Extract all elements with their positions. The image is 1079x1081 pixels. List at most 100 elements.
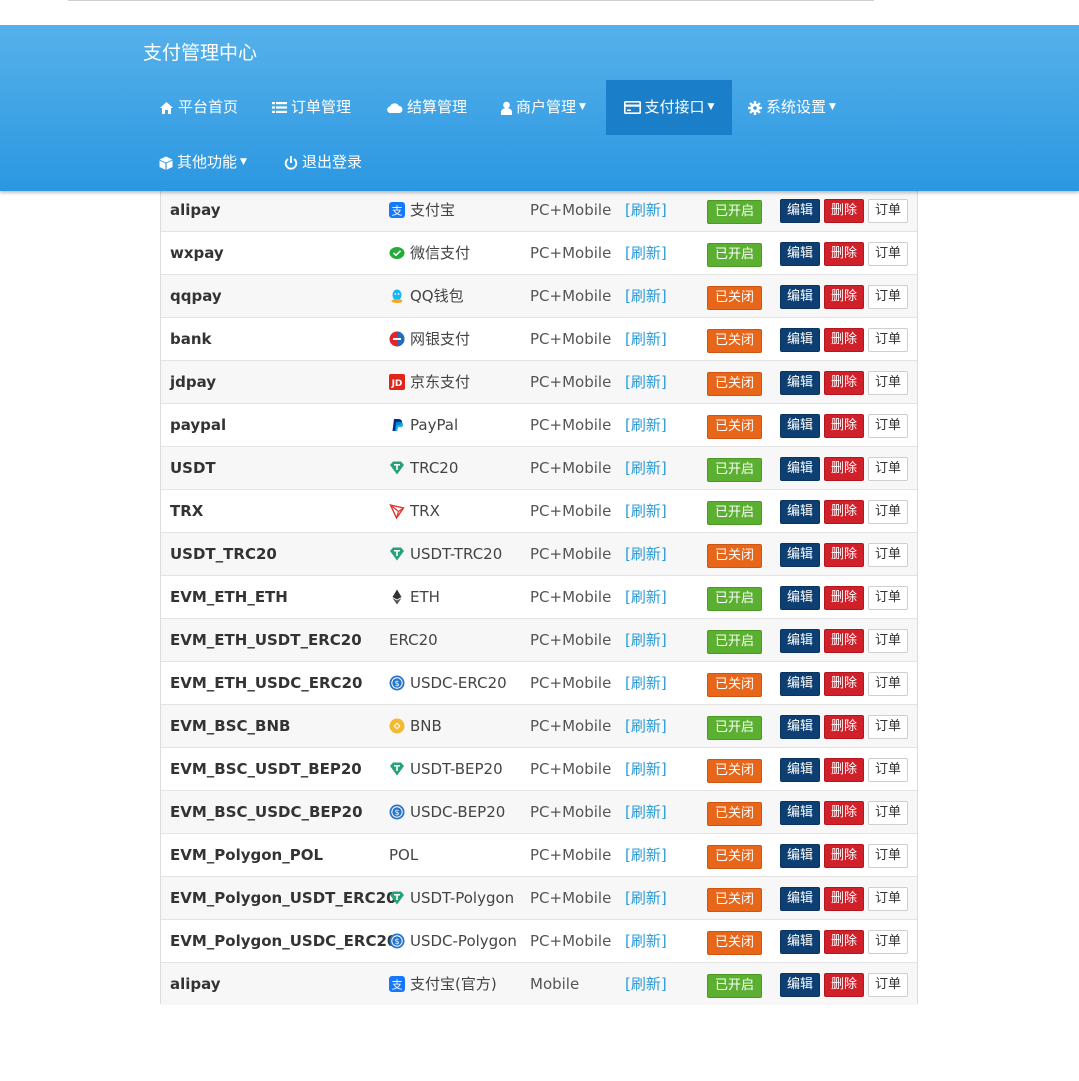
delete-button[interactable]: 删除 [824,930,865,954]
delete-button[interactable]: 删除 [824,543,865,567]
refresh-link[interactable]: [刷新] [625,318,667,360]
status-badge[interactable]: 已开启 [707,974,763,998]
edit-button[interactable]: 编辑 [780,887,821,911]
refresh-link[interactable]: [刷新] [625,275,667,317]
delete-button[interactable]: 删除 [824,672,865,696]
edit-button[interactable]: 编辑 [780,586,821,610]
orders-button[interactable]: 订单 [868,328,909,352]
orders-button[interactable]: 订单 [868,586,909,610]
edit-button[interactable]: 编辑 [780,844,821,868]
orders-button[interactable]: 订单 [868,973,909,997]
status-badge[interactable]: 已开启 [707,243,763,267]
refresh-link[interactable]: [刷新] [625,189,667,231]
status-badge[interactable]: 已关闭 [707,759,763,783]
status-badge[interactable]: 已关闭 [707,802,763,826]
delete-button[interactable]: 删除 [824,457,865,481]
refresh-link[interactable]: [刷新] [625,920,667,962]
delete-button[interactable]: 删除 [824,285,865,309]
orders-button[interactable]: 订单 [868,543,909,567]
orders-button[interactable]: 订单 [868,844,909,868]
nav-merchants[interactable]: 商户管理 ▼ [501,80,586,135]
orders-button[interactable]: 订单 [868,715,909,739]
refresh-link[interactable]: [刷新] [625,576,667,618]
edit-button[interactable]: 编辑 [780,414,821,438]
nav-other[interactable]: 其他功能 ▼ [159,135,247,190]
delete-button[interactable]: 删除 [824,328,865,352]
refresh-link[interactable]: [刷新] [625,619,667,661]
refresh-link[interactable]: [刷新] [625,232,667,274]
delete-button[interactable]: 删除 [824,586,865,610]
delete-button[interactable]: 删除 [824,887,865,911]
status-badge[interactable]: 已开启 [707,501,763,525]
nav-logout[interactable]: 退出登录 [284,135,362,190]
orders-button[interactable]: 订单 [868,371,909,395]
delete-button[interactable]: 删除 [824,801,865,825]
refresh-link[interactable]: [刷新] [625,662,667,704]
orders-button[interactable]: 订单 [868,457,909,481]
orders-button[interactable]: 订单 [868,500,909,524]
delete-button[interactable]: 删除 [824,242,865,266]
status-badge[interactable]: 已关闭 [707,286,763,310]
status-badge[interactable]: 已关闭 [707,372,763,396]
edit-button[interactable]: 编辑 [780,285,821,309]
orders-button[interactable]: 订单 [868,414,909,438]
nav-settings[interactable]: 系统设置 ▼ [748,80,836,135]
edit-button[interactable]: 编辑 [780,758,821,782]
status-badge[interactable]: 已开启 [707,630,763,654]
nav-orders[interactable]: 订单管理 [272,80,351,135]
status-badge[interactable]: 已开启 [707,587,763,611]
edit-button[interactable]: 编辑 [780,973,821,997]
delete-button[interactable]: 删除 [824,629,865,653]
delete-button[interactable]: 删除 [824,500,865,524]
edit-button[interactable]: 编辑 [780,199,821,223]
refresh-link[interactable]: [刷新] [625,834,667,876]
delete-button[interactable]: 删除 [824,973,865,997]
status-badge[interactable]: 已关闭 [707,544,763,568]
delete-button[interactable]: 删除 [824,199,865,223]
edit-button[interactable]: 编辑 [780,543,821,567]
edit-button[interactable]: 编辑 [780,371,821,395]
refresh-link[interactable]: [刷新] [625,963,667,1005]
refresh-link[interactable]: [刷新] [625,533,667,575]
edit-button[interactable]: 编辑 [780,328,821,352]
status-badge[interactable]: 已关闭 [707,888,763,912]
refresh-link[interactable]: [刷新] [625,404,667,446]
status-badge[interactable]: 已关闭 [707,415,763,439]
orders-button[interactable]: 订单 [868,801,909,825]
delete-button[interactable]: 删除 [824,371,865,395]
status-badge[interactable]: 已关闭 [707,931,763,955]
edit-button[interactable]: 编辑 [780,629,821,653]
status-badge[interactable]: 已开启 [707,716,763,740]
app-title[interactable]: 支付管理中心 [143,38,257,65]
status-badge[interactable]: 已关闭 [707,673,763,697]
delete-button[interactable]: 删除 [824,844,865,868]
orders-button[interactable]: 订单 [868,199,909,223]
orders-button[interactable]: 订单 [868,629,909,653]
edit-button[interactable]: 编辑 [780,801,821,825]
orders-button[interactable]: 订单 [868,930,909,954]
refresh-link[interactable]: [刷新] [625,705,667,747]
orders-button[interactable]: 订单 [868,285,909,309]
edit-button[interactable]: 编辑 [780,672,821,696]
edit-button[interactable]: 编辑 [780,457,821,481]
orders-button[interactable]: 订单 [868,242,909,266]
edit-button[interactable]: 编辑 [780,242,821,266]
refresh-link[interactable]: [刷新] [625,361,667,403]
delete-button[interactable]: 删除 [824,758,865,782]
status-badge[interactable]: 已开启 [707,200,763,224]
refresh-link[interactable]: [刷新] [625,791,667,833]
status-badge[interactable]: 已关闭 [707,329,763,353]
delete-button[interactable]: 删除 [824,715,865,739]
nav-home[interactable]: 平台首页 [159,80,238,135]
refresh-link[interactable]: [刷新] [625,877,667,919]
edit-button[interactable]: 编辑 [780,500,821,524]
refresh-link[interactable]: [刷新] [625,490,667,532]
nav-payment[interactable]: 支付接口 ▼ [606,80,732,135]
edit-button[interactable]: 编辑 [780,930,821,954]
edit-button[interactable]: 编辑 [780,715,821,739]
refresh-link[interactable]: [刷新] [625,748,667,790]
delete-button[interactable]: 删除 [824,414,865,438]
nav-settlement[interactable]: 结算管理 [386,80,467,135]
refresh-link[interactable]: [刷新] [625,447,667,489]
orders-button[interactable]: 订单 [868,758,909,782]
